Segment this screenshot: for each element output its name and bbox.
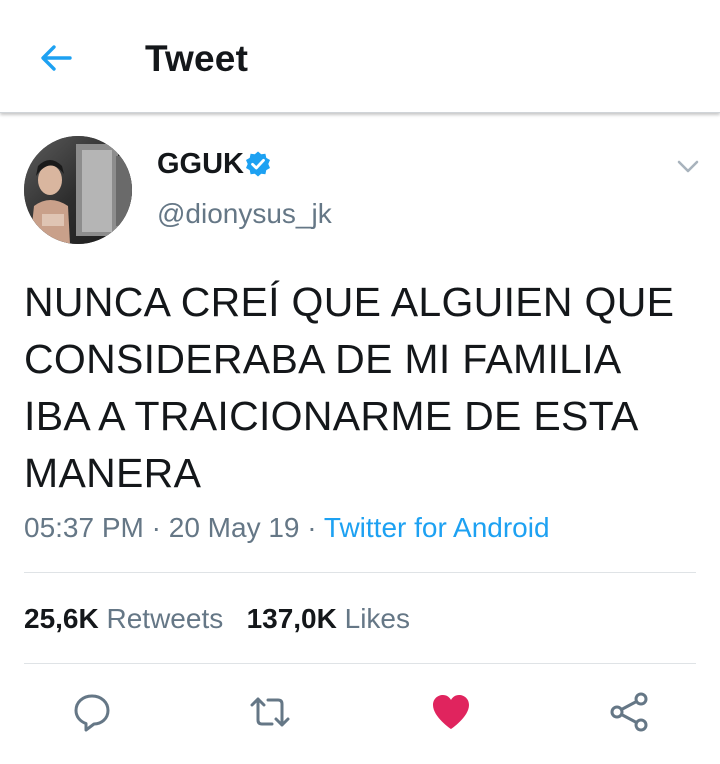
top-app-bar: Tweet: [0, 0, 720, 113]
tweet-metadata: 05:37 PM · 20 May 19 · Twitter for Andro…: [24, 512, 550, 544]
author-display-name[interactable]: GGUK: [157, 148, 244, 181]
avatar[interactable]: [24, 136, 132, 244]
back-button[interactable]: [34, 36, 78, 80]
heart-icon: [433, 695, 469, 729]
divider: [24, 663, 696, 664]
tweet-text-line: NUNCA CREÍ QUE ALGUIEN QUE: [24, 279, 675, 325]
retweets-count: 25,6K: [24, 603, 99, 634]
retweet-button[interactable]: [248, 690, 292, 734]
likes-stat[interactable]: 137,0K Likes: [247, 603, 410, 634]
tweet-time: 05:37 PM: [24, 512, 144, 543]
meta-separator: ·: [143, 512, 169, 543]
share-button[interactable]: [608, 690, 652, 734]
page-title: Tweet: [145, 38, 249, 79]
speech-bubble-icon: [74, 694, 110, 732]
tweet-date: 20 May 19: [168, 512, 300, 543]
tweet-text: NUNCA CREÍ QUE ALGUIEN QUE CONSIDERABA D…: [24, 274, 704, 502]
chevron-down-icon[interactable]: [674, 152, 702, 180]
tweet-text-line: CONSIDERABA DE MI FAMILIA: [24, 336, 622, 382]
author-handle[interactable]: @dionysus_jk: [157, 198, 332, 230]
retweet-icon: [250, 697, 290, 727]
tweet-source-link[interactable]: Twitter for Android: [324, 512, 550, 543]
divider: [24, 572, 696, 573]
like-button[interactable]: [429, 690, 473, 734]
retweets-stat[interactable]: 25,6K Retweets: [24, 603, 223, 634]
retweets-label: Retweets: [106, 603, 224, 634]
likes-label: Likes: [344, 603, 411, 634]
share-icon: [610, 692, 648, 732]
verified-badge-icon: [244, 150, 272, 178]
tweet-text-line: IBA A TRAICIONARME DE ESTA: [24, 393, 639, 439]
tweet-text-line: MANERA: [24, 450, 202, 496]
likes-count: 137,0K: [246, 603, 337, 634]
reply-button[interactable]: [70, 690, 114, 734]
meta-separator: ·: [299, 512, 324, 543]
arrow-left-icon: [41, 45, 72, 71]
tweet-stats: 25,6K Retweets 137,0K Likes: [24, 603, 410, 635]
